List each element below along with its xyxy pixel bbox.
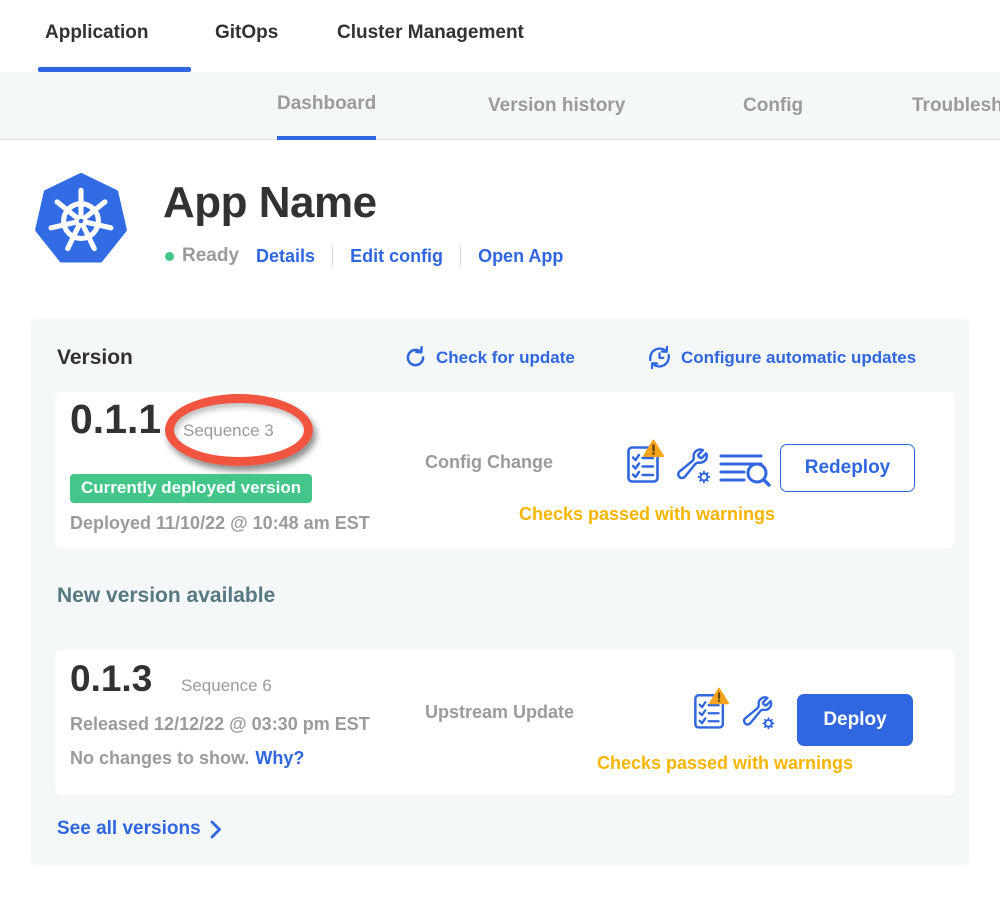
current-source-label: Config Change bbox=[425, 452, 553, 473]
see-all-versions-label: See all versions bbox=[57, 818, 201, 840]
divider bbox=[332, 245, 333, 267]
subtab-dashboard[interactable]: Dashboard bbox=[277, 72, 376, 140]
tab-gitops[interactable]: GitOps bbox=[215, 22, 278, 44]
subtab-troubleshoot[interactable]: Troubleshoot bbox=[912, 72, 1000, 140]
current-version-card: 0.1.1 Sequence 3 Currently deployed vers… bbox=[55, 392, 955, 548]
configure-auto-updates-link[interactable]: Configure automatic updates bbox=[646, 344, 916, 371]
edit-config-link[interactable]: Edit config bbox=[350, 246, 443, 267]
new-version-sequence: Sequence 6 bbox=[181, 676, 272, 696]
tab-application[interactable]: Application bbox=[45, 22, 148, 44]
new-version-number: 0.1.3 bbox=[70, 658, 152, 700]
new-version-heading: New version available bbox=[57, 584, 275, 608]
released-timestamp: Released 12/12/22 @ 03:30 pm EST bbox=[70, 714, 370, 735]
version-panel-title: Version bbox=[57, 346, 133, 370]
kubernetes-logo-icon bbox=[35, 172, 127, 268]
sequence-annotation-ellipse bbox=[165, 394, 313, 466]
deployed-timestamp: Deployed 11/10/22 @ 10:48 am EST bbox=[70, 513, 370, 534]
no-changes-text: No changes to show. bbox=[70, 748, 249, 768]
status-label: Ready bbox=[182, 245, 239, 267]
subtab-version-history[interactable]: Version history bbox=[488, 72, 625, 140]
app-status-row: Ready Details Edit config Open App bbox=[165, 243, 563, 269]
sub-nav: Dashboard Version history Config Trouble… bbox=[0, 72, 1000, 140]
top-nav: Application GitOps Cluster Management bbox=[0, 0, 1000, 72]
wrench-config-icon[interactable] bbox=[741, 694, 777, 732]
details-link[interactable]: Details bbox=[256, 246, 315, 267]
version-panel: Version Check for update Confi bbox=[30, 318, 970, 866]
status-dot-icon bbox=[165, 252, 174, 261]
tab-cluster-management[interactable]: Cluster Management bbox=[337, 22, 524, 44]
check-for-update-label: Check for update bbox=[436, 348, 575, 368]
page: Application GitOps Cluster Management Da… bbox=[0, 0, 1000, 898]
chevron-right-icon bbox=[210, 820, 222, 839]
open-app-link[interactable]: Open App bbox=[478, 246, 563, 267]
no-changes-row: No changes to show. Why? bbox=[70, 748, 304, 769]
divider bbox=[460, 245, 461, 267]
new-version-card: 0.1.3 Sequence 6 Released 12/12/22 @ 03:… bbox=[55, 650, 955, 795]
see-all-versions-link[interactable]: See all versions bbox=[57, 818, 222, 840]
redeploy-button[interactable]: Redeploy bbox=[780, 444, 915, 492]
configure-auto-updates-label: Configure automatic updates bbox=[681, 348, 916, 368]
new-source-label: Upstream Update bbox=[425, 702, 574, 723]
wrench-config-icon[interactable] bbox=[675, 446, 713, 486]
preflight-checks-icon[interactable] bbox=[693, 686, 729, 731]
auto-update-clock-icon bbox=[646, 344, 673, 371]
preflight-checks-icon[interactable] bbox=[626, 438, 664, 485]
currently-deployed-badge: Currently deployed version bbox=[70, 474, 312, 503]
new-checks-status: Checks passed with warnings bbox=[495, 753, 955, 774]
refresh-icon bbox=[403, 345, 428, 370]
current-version-number: 0.1.1 bbox=[70, 396, 161, 443]
subtab-config[interactable]: Config bbox=[743, 72, 803, 140]
view-logs-icon[interactable] bbox=[719, 452, 771, 489]
app-title: App Name bbox=[163, 178, 377, 228]
why-link[interactable]: Why? bbox=[255, 748, 304, 768]
current-checks-status: Checks passed with warnings bbox=[417, 504, 877, 525]
check-for-update-link[interactable]: Check for update bbox=[403, 345, 575, 370]
deploy-button[interactable]: Deploy bbox=[797, 694, 913, 746]
